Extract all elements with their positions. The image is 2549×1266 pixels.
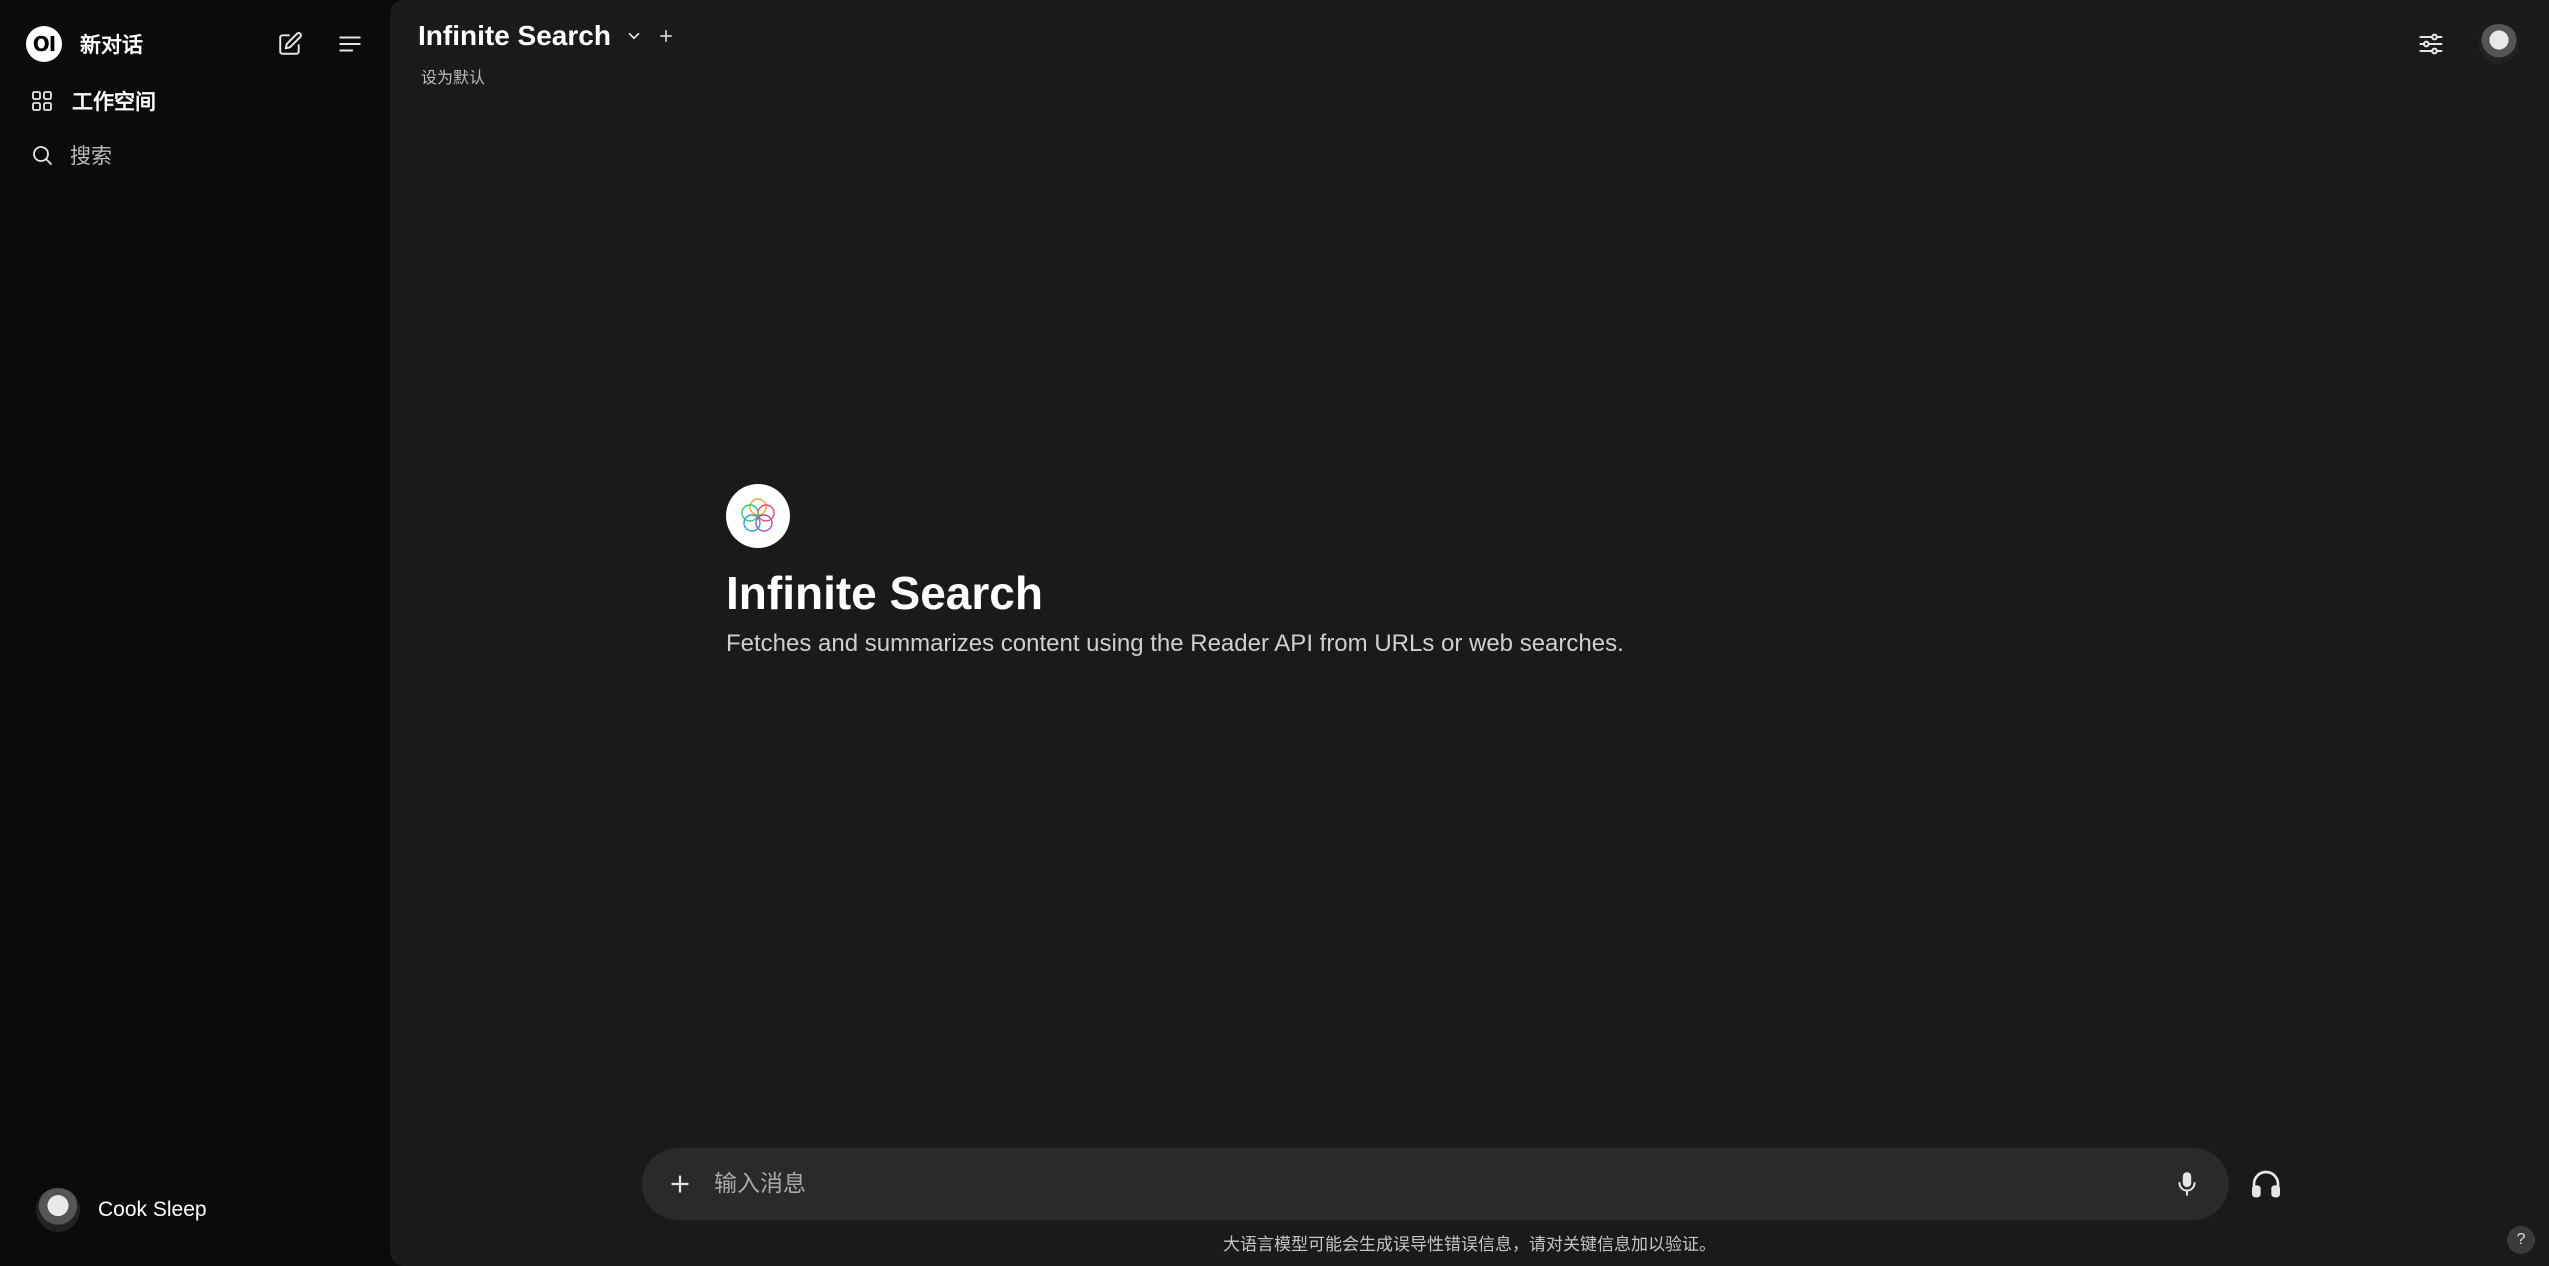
message-input[interactable] bbox=[714, 1162, 2171, 1206]
plus-icon bbox=[671, 1175, 689, 1193]
model-description: Fetches and summarizes content using the… bbox=[726, 630, 1624, 657]
model-avatar bbox=[726, 484, 790, 548]
model-intro: Infinite Search Fetches and summarizes c… bbox=[726, 484, 1624, 658]
new-chat-button[interactable] bbox=[274, 28, 306, 60]
sidebar-item-label: 搜索 bbox=[70, 144, 112, 168]
attach-button[interactable] bbox=[664, 1168, 696, 1200]
chevron-down-icon[interactable] bbox=[625, 27, 643, 45]
controls-button[interactable] bbox=[2415, 28, 2447, 60]
set-default-link[interactable]: 设为默认 bbox=[421, 64, 485, 88]
sliders-icon bbox=[2419, 33, 2443, 55]
voice-input-button[interactable] bbox=[2171, 1168, 2203, 1200]
user-name: Cook Sleep bbox=[98, 1198, 207, 1221]
app-window: OI 新对话 工作空间 搜索 Cook Sleep Infinite Searc… bbox=[0, 0, 2549, 1266]
sidebar-item-workspace[interactable]: 工作空间 bbox=[30, 83, 156, 119]
flower-logo-icon bbox=[741, 498, 775, 532]
sidebar-header: OI 新对话 bbox=[26, 26, 366, 62]
toggle-sidebar-button[interactable] bbox=[334, 28, 366, 60]
disclaimer-text: 大语言模型可能会生成误导性错误信息，请对关键信息加以验证。 bbox=[1223, 1235, 1716, 1255]
voice-mode-button[interactable] bbox=[2250, 1168, 2282, 1200]
add-model-icon[interactable] bbox=[657, 27, 675, 45]
model-selector[interactable]: Infinite Search bbox=[418, 20, 675, 52]
grid-icon bbox=[32, 91, 52, 111]
avatar[interactable] bbox=[2479, 24, 2519, 64]
model-title: Infinite Search bbox=[726, 567, 1043, 619]
user-menu[interactable]: Cook Sleep bbox=[36, 1188, 207, 1232]
main-panel: Infinite Search 设为默认 Infinite Search Fet… bbox=[390, 0, 2549, 1266]
edit-icon bbox=[279, 32, 302, 55]
sidebar: OI 新对话 工作空间 搜索 Cook Sleep bbox=[0, 0, 390, 1266]
help-button[interactable]: ? bbox=[2507, 1226, 2535, 1254]
search-icon bbox=[33, 146, 52, 165]
message-composer bbox=[642, 1148, 2229, 1220]
app-logo[interactable]: OI bbox=[26, 26, 62, 62]
top-right-actions bbox=[2415, 24, 2519, 64]
model-name: Infinite Search bbox=[418, 20, 611, 51]
sidebar-header-actions bbox=[274, 28, 366, 60]
new-chat-label[interactable]: 新对话 bbox=[80, 29, 143, 59]
headphones-icon bbox=[2252, 1170, 2280, 1198]
menu-lines-icon bbox=[339, 36, 361, 52]
sidebar-item-label: 工作空间 bbox=[72, 90, 156, 114]
microphone-icon bbox=[2178, 1172, 2196, 1196]
sidebar-item-search[interactable]: 搜索 bbox=[30, 137, 112, 173]
avatar bbox=[36, 1188, 80, 1232]
